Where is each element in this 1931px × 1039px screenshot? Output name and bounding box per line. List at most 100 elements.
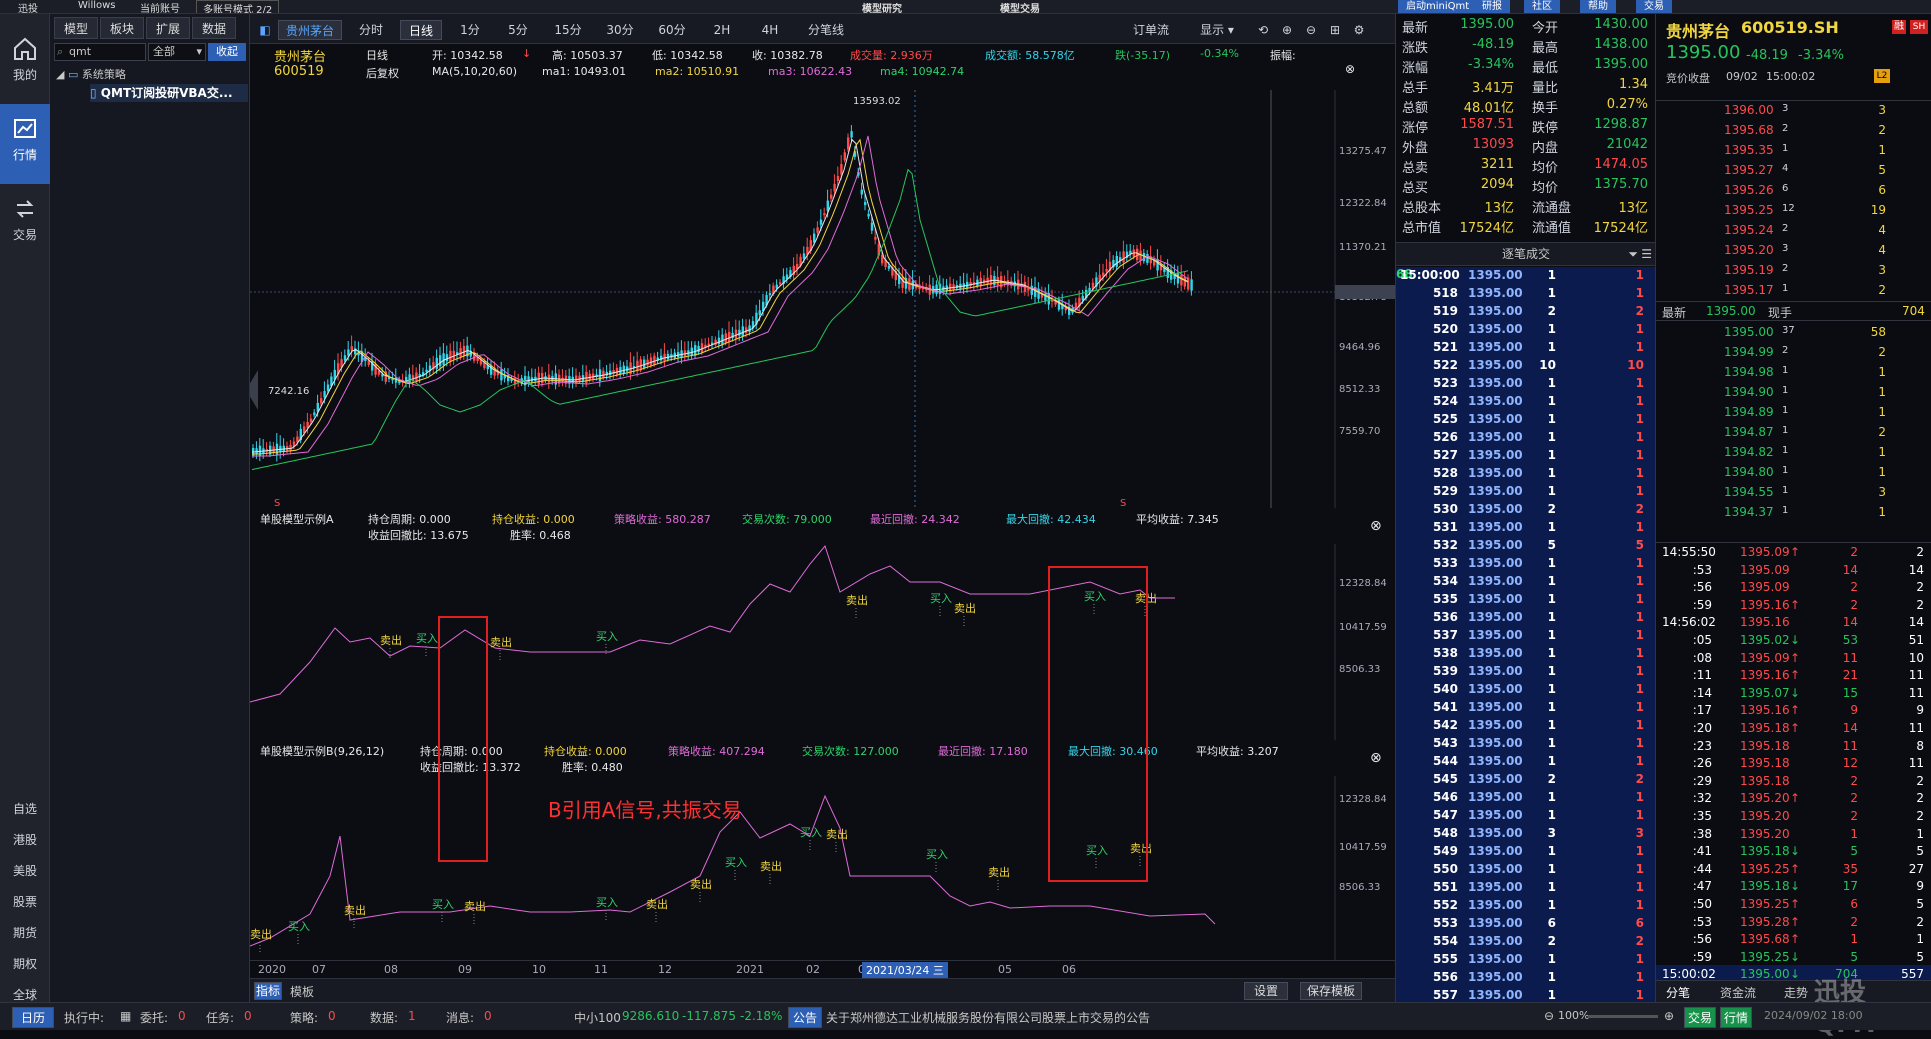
bid-row[interactable]: 1394.80 1 1	[1656, 463, 1931, 483]
collapse-button[interactable]: 收起	[208, 43, 246, 61]
trade-row[interactable]: :32 1395.20 ↑ 2 2	[1656, 789, 1931, 807]
strategy-a-curve[interactable]: 12328.8410417.598506.33卖出 买入 卖出 买入卖出 买入卖出买入卖…	[250, 544, 1395, 740]
tab-data[interactable]: 数据	[192, 17, 236, 39]
tick-row[interactable]: 15:00:00 1395.00 1 1	[1396, 267, 1656, 285]
trade-row[interactable]: :59 1395.25 ↓ 5 5	[1656, 948, 1931, 966]
tick-row[interactable]: 539 1395.00 1 1	[1396, 663, 1656, 681]
tick-row[interactable]: 520 1395.00 1 1	[1396, 321, 1656, 339]
trade-row[interactable]: :59 1395.16 ↑ 2 2	[1656, 596, 1931, 614]
ask-row[interactable]: 1396.00 3 3	[1656, 101, 1931, 121]
tick-row[interactable]: 540 1395.00 1 1	[1396, 681, 1656, 699]
ask-row[interactable]: 1395.35 1 1	[1656, 141, 1931, 161]
tab-extension[interactable]: 扩展	[146, 17, 190, 39]
nav-hk[interactable]: 港股	[0, 831, 50, 848]
tick-row[interactable]: 536 1395.00 1 1	[1396, 609, 1656, 627]
period-tab[interactable]: 60分	[650, 20, 694, 40]
tick-row[interactable]: 533 1395.00 1 1	[1396, 555, 1656, 573]
ask-row[interactable]: 1395.17 1 2	[1656, 281, 1931, 301]
trade-row[interactable]: :11 1395.16 ↑ 21 11	[1656, 666, 1931, 684]
tick-row[interactable]: 518 1395.00 1 1	[1396, 285, 1656, 303]
tick-row[interactable]: 538 1395.00 1 1	[1396, 645, 1656, 663]
tick-row[interactable]: 522 1395.00 10 10	[1396, 357, 1656, 375]
research-button[interactable]: 研报	[1474, 0, 1510, 13]
zoom-in-icon[interactable]: ⊕	[1278, 20, 1296, 40]
tick-row[interactable]: 552 1395.00 1 1	[1396, 897, 1656, 915]
strategy-b-curve[interactable]: 12328.8410417.598506.33卖出买入卖出 买入 卖出 买入 卖出卖出买…	[250, 776, 1395, 960]
period-tab[interactable]: 5分	[498, 20, 538, 40]
zoom-slider[interactable]	[1588, 1015, 1658, 1018]
settings-icon[interactable]: ⚙	[1350, 20, 1368, 40]
tab-indicator[interactable]: 指标	[254, 982, 282, 1000]
tick-row[interactable]: 537 1395.00 1 1	[1396, 627, 1656, 645]
bid-row[interactable]: 1394.37 1 1	[1656, 503, 1931, 523]
tick-row[interactable]: 544 1395.00 1 1	[1396, 753, 1656, 771]
tick-row[interactable]: 542 1395.00 1 1	[1396, 717, 1656, 735]
nav-watchlist[interactable]: 自选	[0, 800, 50, 817]
tab-model-trade[interactable]: 模型交易	[1000, 0, 1040, 13]
trade-mode-button[interactable]: 交易	[1684, 1007, 1717, 1028]
nav-us[interactable]: 美股	[0, 862, 50, 879]
quote-mode-button[interactable]: 行情	[1720, 1007, 1753, 1028]
tick-row[interactable]: 528 1395.00 1 1	[1396, 465, 1656, 483]
tick-row[interactable]: 527 1395.00 1 1	[1396, 447, 1656, 465]
tick-row[interactable]: 523 1395.00 1 1	[1396, 375, 1656, 393]
account-name[interactable]: Willows	[78, 0, 116, 11]
tick-row[interactable]: 554 1395.00 2 2	[1396, 933, 1656, 951]
trade-row[interactable]: :14 1395.07 ↓ 15 11	[1656, 684, 1931, 702]
bid-row[interactable]: 1394.98 1 1	[1656, 363, 1931, 383]
tick-row[interactable]: 551 1395.00 1 1	[1396, 879, 1656, 897]
list-icon[interactable]: ▦	[120, 1009, 131, 1023]
trade-row[interactable]: :35 1395.20 2 2	[1656, 807, 1931, 825]
trade-row[interactable]: :23 1395.18 11 8	[1656, 737, 1931, 755]
trade-row[interactable]: :20 1395.18 ↑ 14 11	[1656, 719, 1931, 737]
tick-row[interactable]: 546 1395.00 1 1	[1396, 789, 1656, 807]
tab-capital-flow[interactable]: 资金流	[1720, 984, 1756, 1001]
trade-button[interactable]: 交易	[1636, 0, 1672, 13]
period-tab[interactable]: 2H	[702, 20, 742, 40]
trade-row[interactable]: :53 1395.28 ↑ 2 2	[1656, 913, 1931, 931]
nav-futures[interactable]: 期货	[0, 924, 50, 941]
settings-button[interactable]: 设置	[1244, 982, 1288, 1000]
bid-row[interactable]: 1394.82 1 1	[1656, 443, 1931, 463]
period-tab[interactable]: 分笔线	[798, 20, 854, 40]
tick-row[interactable]: 543 1395.00 1 1	[1396, 735, 1656, 753]
tick-row[interactable]: 521 1395.00 1 1	[1396, 339, 1656, 357]
zoom-out-icon[interactable]: ⊖	[1302, 20, 1320, 40]
tick-table[interactable]: 15:00:00 1395.00 1 1 518 1395.00 1 1 519 1395.00 2…	[1396, 267, 1656, 1002]
trade-row[interactable]: :08 1395.09 ↑ 11 10	[1656, 649, 1931, 667]
tree-item-strategy[interactable]: ▯ QMT订阅投研VBA交...	[90, 84, 248, 102]
tab-model-research[interactable]: 模型研究	[862, 0, 902, 13]
notice-button[interactable]: 公告	[788, 1007, 823, 1028]
tick-row[interactable]: 525 1395.00 1 1	[1396, 411, 1656, 429]
nav-stocks[interactable]: 股票	[0, 893, 50, 910]
community-button[interactable]: 社区	[1524, 0, 1560, 13]
trade-row[interactable]: :50 1395.25 ↑ 6 5	[1656, 895, 1931, 913]
notice-text[interactable]: 关于郑州德达工业机械服务股份有限公司股票上市交易的公告	[826, 1009, 1150, 1026]
ask-row[interactable]: 1395.27 4 5	[1656, 161, 1931, 181]
tick-row[interactable]: 526 1395.00 1 1	[1396, 429, 1656, 447]
ask-row[interactable]: 1395.68 2 2	[1656, 121, 1931, 141]
tick-row[interactable]: 548 1395.00 3 3	[1396, 825, 1656, 843]
trade-row[interactable]: :47 1395.18 ↓ 17 9	[1656, 877, 1931, 895]
tick-row[interactable]: 553 1395.00 6 6	[1396, 915, 1656, 933]
filter-select[interactable]: 全部 ▾	[148, 43, 206, 61]
nav-global[interactable]: 全球	[0, 986, 50, 1003]
filter-icon[interactable]: ⏷	[1628, 243, 1638, 265]
panel-toggle-icon[interactable]: ◧	[258, 20, 272, 40]
period-tab[interactable]: 4H	[750, 20, 790, 40]
zoom-in-icon[interactable]: ⊕	[1664, 1009, 1674, 1023]
tick-row[interactable]: 549 1395.00 1 1	[1396, 843, 1656, 861]
tick-row[interactable]: 529 1395.00 1 1	[1396, 483, 1656, 501]
display-menu[interactable]: 显示 ▾	[1190, 20, 1244, 40]
trade-row[interactable]: 14:56:02 1395.16 14 14	[1656, 613, 1931, 631]
tick-row[interactable]: 556 1395.00 1 1	[1396, 969, 1656, 987]
bid-row[interactable]: 1394.89 1 1	[1656, 403, 1931, 423]
nav-mine[interactable]: 我的	[0, 24, 50, 104]
calendar-button[interactable]: 日历	[12, 1007, 55, 1028]
tick-row[interactable]: 532 1395.00 5 5	[1396, 537, 1656, 555]
trade-row[interactable]: :44 1395.25 ↑ 35 27	[1656, 860, 1931, 878]
tick-row[interactable]: 555 1395.00 1 1	[1396, 951, 1656, 969]
tick-row[interactable]: 519 1395.00 2 2	[1396, 303, 1656, 321]
trade-row[interactable]: :56 1395.68 ↑ 1 1	[1656, 930, 1931, 948]
tick-row[interactable]: 545 1395.00 2 2	[1396, 771, 1656, 789]
